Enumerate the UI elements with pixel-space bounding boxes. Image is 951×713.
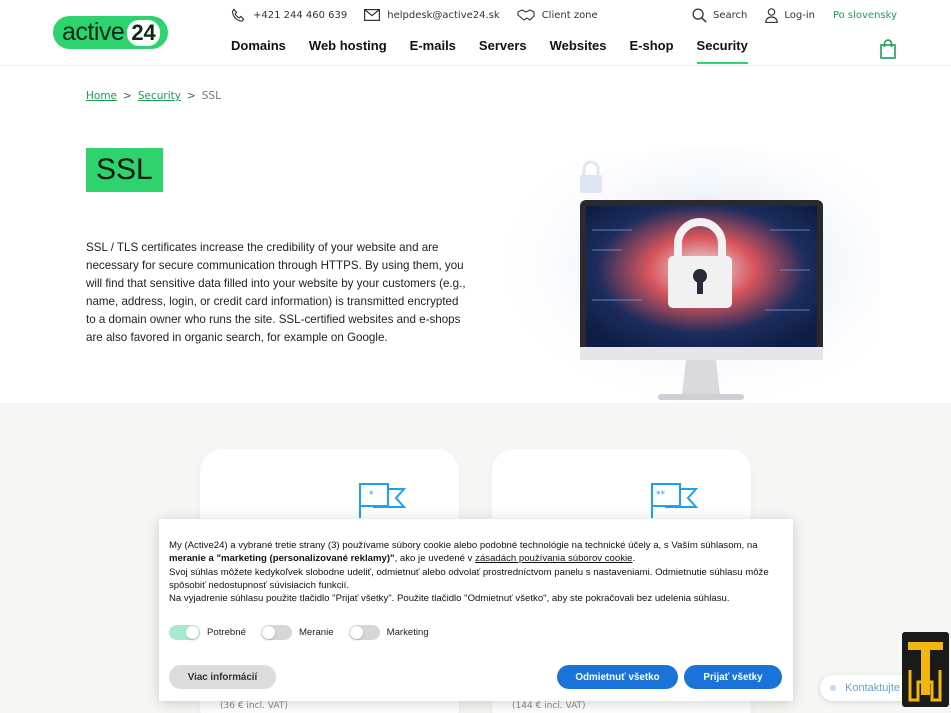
page-title: SSL bbox=[86, 148, 163, 192]
breadcrumb-separator: > bbox=[186, 90, 196, 102]
site-header: active 24 +421 244 460 639 helpdesk@acti… bbox=[0, 0, 951, 66]
search-button[interactable]: Search bbox=[692, 7, 748, 23]
toggle-label: Meranie bbox=[298, 627, 334, 638]
login-button[interactable]: Log-in bbox=[765, 7, 815, 23]
breadcrumb: Home > Security > SSL bbox=[86, 90, 221, 102]
top-utility-bar: Search Log-in Po slovensky bbox=[674, 6, 897, 24]
cookie-text-part: My (Active24) a vybrané tretie strany (3… bbox=[169, 540, 758, 551]
cookie-text-part: , ako je uvedené v bbox=[394, 553, 476, 565]
toggle-necessary[interactable]: Potrebné bbox=[169, 625, 246, 640]
reject-all-button[interactable]: Odmietnuť všetko bbox=[557, 665, 678, 689]
toggle-label: Marketing bbox=[386, 627, 429, 638]
nav-security[interactable]: Security bbox=[696, 38, 749, 64]
search-icon bbox=[692, 7, 707, 23]
breadcrumb-security[interactable]: Security bbox=[138, 90, 181, 102]
contact-label: Kontaktujte bbox=[845, 682, 901, 694]
price-note: (36 € incl. VAT) bbox=[220, 701, 288, 711]
breadcrumb-home[interactable]: Home bbox=[86, 90, 117, 102]
flag-two-stars-icon: ** bbox=[651, 483, 698, 518]
nav-eshop[interactable]: E-shop bbox=[629, 38, 673, 64]
accept-all-button[interactable]: Prijať všetky bbox=[684, 665, 782, 689]
language-switch[interactable]: Po slovensky bbox=[833, 10, 897, 21]
cookie-text-bold: meranie a "marketing (personalizované re… bbox=[169, 553, 395, 565]
toggle-switch[interactable] bbox=[260, 625, 292, 640]
toggle-switch[interactable] bbox=[169, 625, 200, 640]
phone-icon bbox=[231, 8, 245, 22]
toggle-marketing[interactable]: Marketing bbox=[348, 625, 429, 640]
logo-pill: active 24 bbox=[53, 16, 168, 49]
cookie-text-part: . bbox=[632, 553, 636, 565]
breadcrumb-separator: > bbox=[123, 90, 132, 102]
user-icon bbox=[765, 7, 779, 23]
toggle-knob bbox=[261, 626, 275, 639]
watermark-logo bbox=[902, 632, 949, 707]
nav-emails[interactable]: E-mails bbox=[410, 38, 456, 64]
toggle-knob bbox=[186, 626, 199, 639]
svg-text:*: * bbox=[369, 490, 374, 500]
chat-dot-icon bbox=[830, 685, 836, 691]
search-label: Search bbox=[712, 9, 748, 21]
email-link[interactable]: helpdesk@active24.sk bbox=[364, 9, 500, 21]
cookie-toggles: Potrebné Meranie Marketing bbox=[169, 625, 444, 640]
nav-web-hosting[interactable]: Web hosting bbox=[309, 38, 387, 64]
phone-number: +421 244 460 639 bbox=[253, 9, 348, 21]
breadcrumb-current: SSL bbox=[201, 90, 221, 102]
logo-number: 24 bbox=[127, 19, 160, 46]
logo[interactable]: active 24 bbox=[53, 16, 168, 49]
cookie-consent-banner: My (Active24) a vybrané tretie strany (3… bbox=[159, 519, 793, 701]
svg-text:**: ** bbox=[656, 490, 666, 500]
handshake-icon bbox=[517, 9, 535, 21]
ssl-lock-monitor-illustration bbox=[500, 150, 880, 405]
nav-domains[interactable]: Domains bbox=[231, 38, 286, 64]
price-note: (144 € incl. VAT) bbox=[512, 701, 586, 711]
cookie-text-consent: Svoj súhlas môžete kedykoľvek slobodne u… bbox=[169, 566, 769, 591]
nav-servers[interactable]: Servers bbox=[479, 38, 527, 64]
cookie-text-buttons: Na vyjadrenie súhlasu použite tlačidlo "… bbox=[169, 593, 730, 605]
phone-link[interactable]: +421 244 460 639 bbox=[231, 8, 347, 23]
main-nav: Domains Web hosting E-mails Servers Webs… bbox=[231, 38, 771, 64]
toggle-label: Potrebné bbox=[207, 627, 246, 638]
hero-description: SSL / TLS certificates increase the cred… bbox=[86, 241, 466, 344]
cookie-policy-link[interactable]: zásadách používania súborov cookie bbox=[475, 553, 632, 564]
email-address: helpdesk@active24.sk bbox=[387, 9, 500, 21]
client-zone-link[interactable]: Client zone bbox=[517, 9, 598, 21]
more-info-button[interactable]: Viac informácií bbox=[169, 665, 276, 689]
client-zone-label: Client zone bbox=[541, 9, 598, 21]
login-label: Log-in bbox=[784, 9, 815, 21]
nav-websites[interactable]: Websites bbox=[550, 38, 607, 64]
toggle-switch[interactable] bbox=[348, 625, 380, 640]
logo-text: active bbox=[62, 18, 125, 46]
flag-one-star-icon: * bbox=[359, 483, 406, 518]
toggle-knob bbox=[349, 626, 363, 639]
toggle-measurement[interactable]: Meranie bbox=[260, 625, 334, 640]
top-contact-bar: +421 244 460 639 helpdesk@active24.sk Cl… bbox=[231, 6, 615, 24]
cart-button[interactable] bbox=[880, 39, 896, 63]
cookie-text-main: My (Active24) a vybrané tretie strany (3… bbox=[169, 539, 783, 566]
mail-icon bbox=[364, 9, 381, 21]
shopping-bag-icon bbox=[880, 39, 896, 59]
